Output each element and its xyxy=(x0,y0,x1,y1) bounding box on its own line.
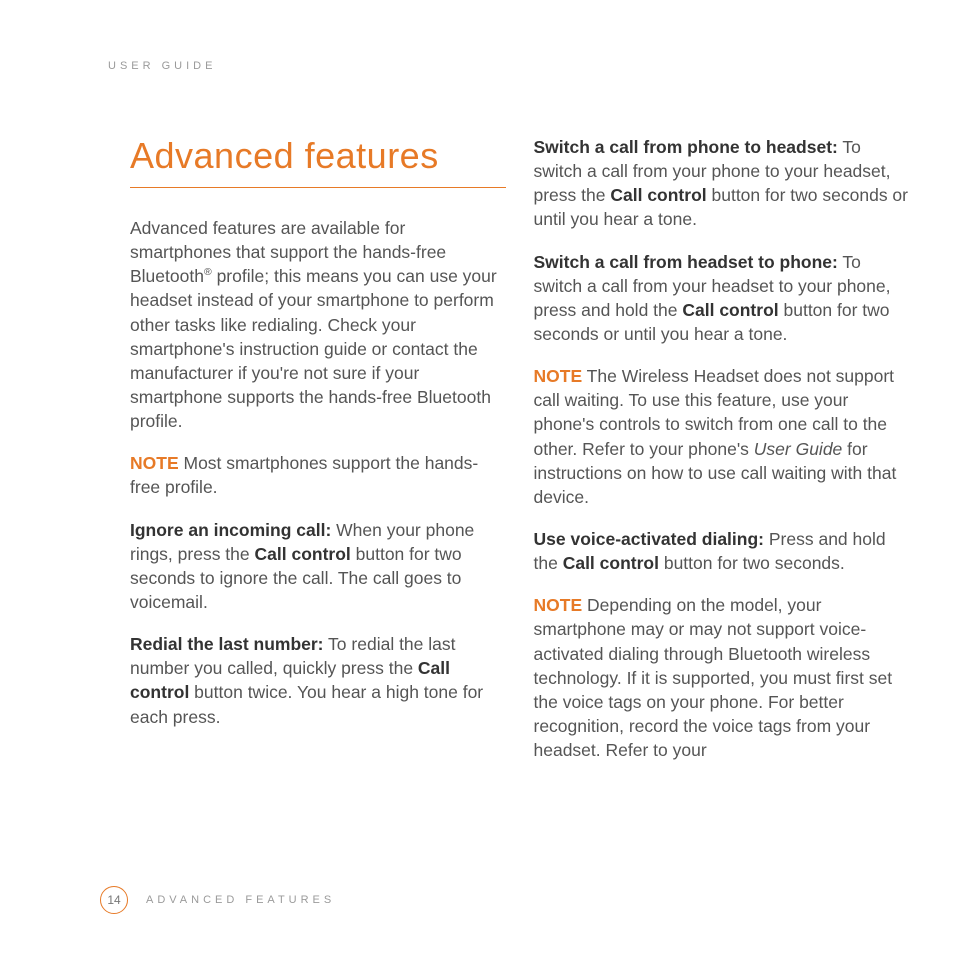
footer-section-label: ADVANCED FEATURES xyxy=(146,894,335,906)
user-guide-ref: User Guide xyxy=(754,439,843,459)
voice-label: Use voice-activated dialing: xyxy=(534,529,765,549)
page-number: 14 xyxy=(100,886,128,914)
redial-paragraph: Redial the last number: To redial the la… xyxy=(130,632,506,729)
switch-ph-label: Switch a call from phone to headset: xyxy=(534,137,838,157)
content-area: Advanced features Advanced features are … xyxy=(130,135,909,780)
ignore-call-paragraph: Ignore an incoming call: When your phone… xyxy=(130,518,506,615)
page-title: Advanced features xyxy=(130,135,506,188)
call-control-ref: Call control xyxy=(255,544,351,564)
note3-text: Depending on the model, your smartphone … xyxy=(534,595,893,760)
switch-headset-phone-paragraph: Switch a call from headset to phone: To … xyxy=(534,250,910,347)
voice-dialing-paragraph: Use voice-activated dialing: Press and h… xyxy=(534,527,910,575)
call-control-ref: Call control xyxy=(682,300,778,320)
switch-hs-label: Switch a call from headset to phone: xyxy=(534,252,838,272)
call-control-ref: Call control xyxy=(610,185,706,205)
left-column: Advanced features Advanced features are … xyxy=(130,135,506,780)
voice-b: button for two seconds. xyxy=(659,553,845,573)
intro-text-b: profile; this means you can use your hea… xyxy=(130,266,497,431)
note-3: NOTE Depending on the model, your smartp… xyxy=(534,593,910,762)
switch-phone-headset-paragraph: Switch a call from phone to headset: To … xyxy=(534,135,910,232)
note-2: NOTE The Wireless Headset does not suppo… xyxy=(534,364,910,509)
intro-paragraph: Advanced features are available for smar… xyxy=(130,216,506,433)
right-column: Switch a call from phone to headset: To … xyxy=(534,135,910,780)
ignore-call-label: Ignore an incoming call: xyxy=(130,520,331,540)
page-footer: 14 ADVANCED FEATURES xyxy=(100,886,335,914)
note-label: NOTE xyxy=(130,453,179,473)
registered-mark: ® xyxy=(204,266,212,278)
note-label: NOTE xyxy=(534,595,583,615)
call-control-ref: Call control xyxy=(563,553,659,573)
redial-label: Redial the last number: xyxy=(130,634,324,654)
note-label: NOTE xyxy=(534,366,583,386)
header-label: USER GUIDE xyxy=(108,60,216,72)
note-1: NOTE Most smartphones support the hands-… xyxy=(130,451,506,499)
note-1-text: Most smartphones support the hands-free … xyxy=(130,453,478,497)
